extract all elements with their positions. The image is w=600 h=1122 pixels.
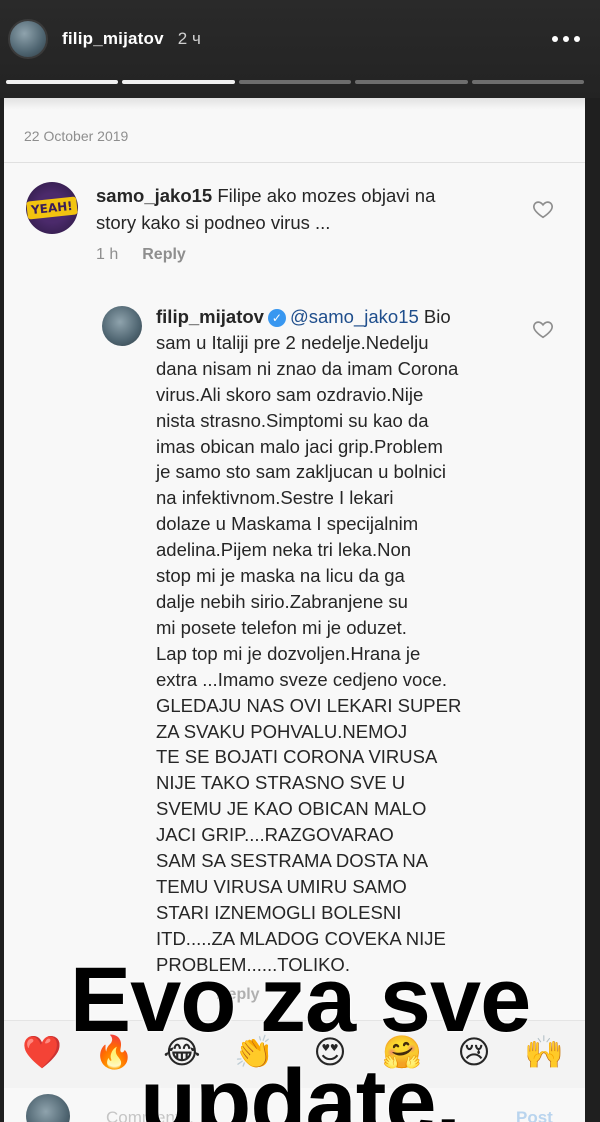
reply-text-line: dalje nebih sirio.Zabranjene su [156, 590, 408, 612]
reply-text-line: SVEMU JE KAO OBICAN MALO [156, 798, 427, 820]
reply-text-line: JACI GRIP....RAZGOVARAO [156, 824, 394, 846]
reply-text-lines: sam u Italiji pre 2 nedelje.Nedelju dana … [156, 330, 556, 978]
reply-button[interactable]: Reply [142, 246, 186, 263]
reply-author-avatar[interactable] [102, 306, 142, 346]
story-header: filip_mijatov 2 ч [8, 18, 580, 60]
reply-text-line: dana nisam ni znao da imam Corona [156, 357, 459, 379]
comment-body: samo_jako15 Filipe ako mozes objavi na s… [96, 182, 516, 236]
story-username[interactable]: filip_mijatov [62, 29, 164, 49]
reply-text-line: sam u Italiji pre 2 nedelje.Nedelju [156, 331, 429, 353]
like-heart-icon[interactable] [532, 318, 554, 340]
reply-text-line: dolaze u Maskama I specijalnim [156, 513, 419, 535]
reply-text-line: SAM SA SESTRAMA DOSTA NA [156, 850, 429, 872]
avatar-logo-text: YEAH! [26, 196, 78, 220]
divider [4, 162, 585, 163]
progress-segment [471, 80, 585, 84]
reply-text-line: Lap top mi je dozvoljen.Hrana je [156, 642, 421, 664]
reply-text-line: adelina.Pijem neka tri leka.Non [156, 539, 412, 561]
story-time: 2 ч [177, 29, 201, 48]
progress-segment [238, 80, 352, 84]
reply-text-line: je samo sto sam zakljucan u bolnici [156, 461, 446, 483]
post-date: 22 October 2019 [24, 128, 129, 144]
panel-top-shade [4, 98, 585, 110]
comment-time: 1 h [96, 246, 119, 263]
reply-username[interactable]: filip_mijatov [156, 306, 264, 327]
comment-text-line: story kako si podneo virus ... [96, 212, 331, 233]
more-options-icon[interactable] [552, 36, 580, 42]
reply-text-line: TE SE BOJATI CORONA VIRUSA [156, 746, 438, 768]
story-progress [6, 80, 585, 84]
reply-text-line: mi posete telefon mi je oduzet. [156, 616, 407, 638]
reply-text-line: nista strasno.Simptomi su kao da [156, 409, 429, 431]
comment-text-line: Filipe ako mozes objavi na [217, 185, 436, 206]
story-header-area: filip_mijatov 2 ч [0, 0, 600, 98]
progress-segment [6, 80, 119, 84]
reply-text-line: imas obican malo jaci grip.Problem [156, 435, 443, 457]
mention-link[interactable]: @samo_jako15 [290, 306, 419, 327]
reply-text-line: TEMU VIRUSA UMIRU SAMO [156, 875, 407, 897]
reply-text-line: GLEDAJU NAS OVI LEKARI SUPER [156, 694, 462, 716]
reply-text-line: NIJE TAKO STRASNO SVE U [156, 772, 406, 794]
story-caption-line1: Evo za sve [69, 949, 532, 1051]
comment-username[interactable]: samo_jako15 [96, 185, 212, 206]
reply-text-line: stop mi je maska na licu da ga [156, 565, 405, 587]
reply-text-line: Bio [423, 306, 451, 327]
reply-body: filip_mijatov ✓ @samo_jako15 Bio sam u Ita… [156, 304, 556, 978]
story-avatar[interactable] [8, 19, 48, 59]
progress-segment [355, 80, 468, 84]
reply-text-line: ZA SVAKU POHVALU.NEMOJ [156, 720, 408, 742]
progress-segment [122, 80, 235, 84]
reply-text-line: extra ...Imamo sveze cedjeno voce. [156, 668, 447, 690]
reply-text-line: STARI IZNEMOGLI BOLESNI [156, 901, 402, 923]
story-caption-line2: update. [139, 1051, 461, 1122]
reply-text-line: virus.Ali skoro sam ozdravio.Nije [156, 383, 424, 405]
like-heart-icon[interactable] [532, 198, 554, 220]
reply-text-line: na infektivnom.Sestre I lekari [156, 487, 394, 509]
comment-meta: 1 h Reply [96, 246, 186, 264]
verified-badge-icon: ✓ [267, 309, 286, 327]
commenter-avatar[interactable]: YEAH! [26, 182, 78, 234]
